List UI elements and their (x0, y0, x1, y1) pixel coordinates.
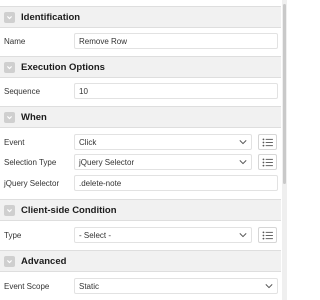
type-value: - Select - (79, 230, 112, 240)
type-select[interactable]: - Select - (74, 227, 252, 243)
collapse-chevron-icon[interactable] (4, 204, 15, 216)
event-scope-select[interactable]: Static (74, 278, 278, 294)
event-scope-value: Static (79, 281, 100, 291)
event-list-button[interactable] (258, 134, 277, 150)
type-label: Type (4, 230, 22, 240)
name-row: Name Remove Row (0, 31, 281, 51)
jquery-selector-label: jQuery Selector (4, 178, 60, 188)
collapse-chevron-icon[interactable] (4, 111, 15, 123)
collapse-chevron-icon[interactable] (4, 11, 15, 23)
jquery-selector-row: jQuery Selector .delete-note (0, 173, 281, 193)
sequence-input[interactable]: 10 (74, 83, 278, 99)
type-list-button[interactable] (258, 227, 277, 243)
identification-header[interactable]: Identification (0, 6, 281, 28)
section-title: Advanced (21, 255, 67, 267)
event-select[interactable]: Click (74, 134, 252, 150)
execution-options-header[interactable]: Execution Options (0, 56, 281, 78)
event-value: Click (79, 137, 97, 147)
chevron-down-icon (265, 283, 273, 289)
chevron-down-icon (239, 139, 247, 145)
jquery-selector-input[interactable]: .delete-note (74, 175, 278, 191)
section-title: Client-side Condition (21, 204, 117, 216)
collapse-chevron-icon[interactable] (4, 61, 15, 73)
client-side-condition-header[interactable]: Client-side Condition (0, 199, 281, 221)
selection-type-label: Selection Type (4, 157, 57, 167)
event-scope-row: Event Scope Static (0, 276, 281, 296)
selection-type-list-button[interactable] (258, 154, 277, 170)
list-icon (262, 137, 273, 147)
selection-type-select[interactable]: jQuery Selector (74, 154, 252, 170)
name-label: Name (4, 36, 26, 46)
when-header[interactable]: When (0, 106, 281, 128)
event-scope-label: Event Scope (4, 281, 50, 291)
sequence-label: Sequence (4, 86, 41, 96)
section-title: Execution Options (21, 61, 105, 73)
event-label: Event (4, 137, 25, 147)
list-icon (262, 157, 273, 167)
type-row: Type - Select - (0, 225, 281, 245)
selection-type-row: Selection Type jQuery Selector (0, 152, 281, 172)
collapse-chevron-icon[interactable] (4, 255, 15, 267)
chevron-down-icon (239, 232, 247, 238)
list-icon (262, 230, 273, 240)
section-title: Identification (21, 11, 81, 23)
event-row: Event Click (0, 132, 281, 152)
sequence-row: Sequence 10 (0, 81, 281, 101)
chevron-down-icon (239, 159, 247, 165)
selection-type-value: jQuery Selector (79, 157, 135, 167)
name-input[interactable]: Remove Row (74, 33, 278, 49)
scrollbar-thumb[interactable] (283, 4, 286, 184)
section-title: When (21, 111, 47, 123)
advanced-header[interactable]: Advanced (0, 250, 281, 272)
